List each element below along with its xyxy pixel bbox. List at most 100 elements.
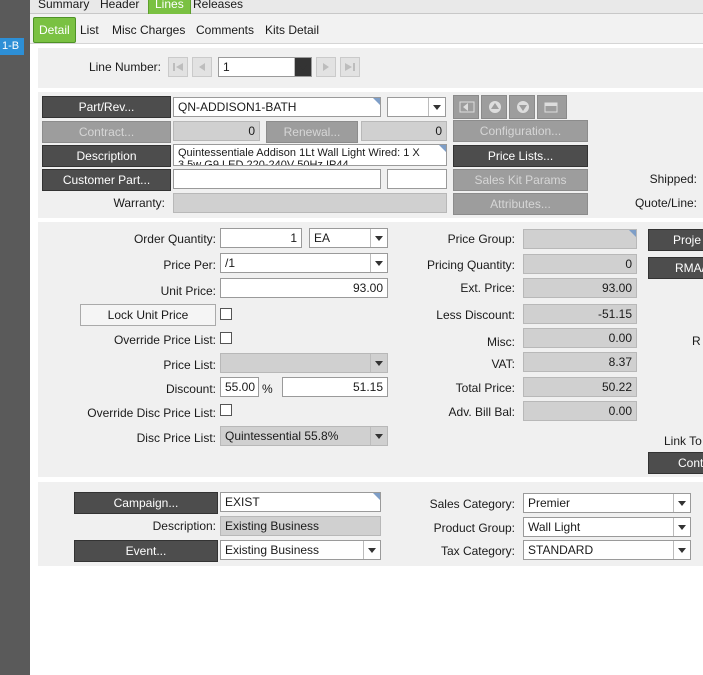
price-group-label: Price Group:: [447, 232, 515, 246]
subtab-misc-charges[interactable]: Misc Charges: [112, 21, 185, 39]
uom-select[interactable]: EA: [309, 228, 388, 248]
chevron-down-icon[interactable]: [673, 518, 690, 536]
misc-value: 0.00: [523, 328, 637, 348]
record-tab-tag[interactable]: 1-B: [0, 38, 24, 55]
adv-bill-bal-label: Adv. Bill Bal:: [448, 405, 515, 419]
discount-label: Discount:: [165, 382, 216, 396]
unit-price-label: Unit Price:: [160, 284, 216, 298]
part-number-input[interactable]: QN-ADDISON1-BATH: [173, 97, 381, 117]
chevron-down-icon[interactable]: [370, 229, 387, 247]
tax-category-value: STANDARD: [528, 543, 594, 557]
part-toolbar-button-2[interactable]: [481, 95, 507, 119]
description-button[interactable]: Description: [42, 145, 171, 167]
configuration-button[interactable]: Configuration...: [453, 120, 588, 142]
chevron-down-icon[interactable]: [370, 427, 387, 445]
unit-price-input[interactable]: 93.00: [220, 278, 388, 298]
product-group-select[interactable]: Wall Light: [523, 517, 691, 537]
discount-amount-input[interactable]: 51.15: [282, 377, 388, 397]
pricing-quantity-label: Pricing Quantity:: [426, 258, 515, 272]
description-value: Quintessentiale Addison 1Lt Wall Light W…: [178, 147, 420, 166]
previous-record-button[interactable]: [192, 57, 212, 77]
chevron-down-icon[interactable]: [294, 58, 311, 76]
last-record-button[interactable]: [340, 57, 360, 77]
line-number-value: 1: [223, 60, 230, 74]
lock-unit-price-checkbox[interactable]: [220, 308, 232, 320]
price-lists-button[interactable]: Price Lists...: [453, 145, 588, 167]
price-per-value: /1: [225, 256, 236, 270]
chevron-down-icon[interactable]: [428, 98, 445, 116]
subtab-detail[interactable]: Detail: [33, 17, 76, 43]
subtab-kits-detail[interactable]: Kits Detail: [265, 21, 319, 39]
line-number-select[interactable]: 1: [218, 57, 312, 77]
renewal-button[interactable]: Renewal...: [266, 121, 358, 143]
first-icon: [173, 63, 183, 71]
campaign-value: EXIST: [225, 495, 260, 509]
tab-releases[interactable]: Releases: [187, 0, 249, 14]
customer-part-rev-input[interactable]: [387, 169, 447, 189]
percent-sign: %: [262, 382, 273, 396]
campaign-button[interactable]: Campaign...: [74, 492, 218, 514]
rma-button[interactable]: RMA/: [648, 257, 703, 279]
sub-tab-bar: Detail List Misc Charges Comments Kits D…: [30, 14, 703, 44]
project-button[interactable]: Proje: [648, 229, 703, 251]
attributes-button[interactable]: Attributes...: [453, 193, 588, 215]
cut-off-label: R: [692, 334, 701, 348]
revision-select[interactable]: [387, 97, 446, 117]
tab-summary[interactable]: Summary: [32, 0, 95, 14]
part-toolbar-button-1[interactable]: [453, 95, 479, 119]
chevron-down-icon[interactable]: [673, 494, 690, 512]
override-disc-price-list-label: Override Disc Price List:: [87, 406, 216, 420]
chevron-down-icon[interactable]: [363, 541, 380, 559]
sales-kit-params-button[interactable]: Sales Kit Params: [453, 169, 588, 191]
left-sidebar: [0, 0, 30, 675]
customer-part-button[interactable]: Customer Part...: [42, 169, 171, 191]
sales-category-select[interactable]: Premier: [523, 493, 691, 513]
tab-lines[interactable]: Lines: [148, 0, 191, 15]
chevron-down-icon[interactable]: [370, 354, 387, 372]
chevron-down-icon[interactable]: [370, 254, 387, 272]
tab-header[interactable]: Header: [94, 0, 145, 14]
contact-button[interactable]: Conti: [648, 452, 703, 474]
override-price-list-label: Override Price List:: [113, 333, 216, 347]
part-rev-button[interactable]: Part/Rev...: [42, 96, 171, 118]
order-quantity-input[interactable]: 1: [220, 228, 302, 248]
disc-price-list-select[interactable]: Quintessential 55.8%: [220, 426, 388, 446]
misc-label: Misc:: [487, 335, 515, 349]
override-disc-price-list-checkbox[interactable]: [220, 404, 232, 416]
price-list-select[interactable]: [220, 353, 388, 373]
line-number-label: Line Number:: [88, 60, 161, 74]
next-record-button[interactable]: [316, 57, 336, 77]
vat-label: VAT:: [491, 357, 515, 371]
discount-percent-input[interactable]: 55.00: [220, 377, 259, 397]
override-price-list-checkbox[interactable]: [220, 332, 232, 344]
customer-part-input[interactable]: [173, 169, 381, 189]
part-number-value: QN-ADDISON1-BATH: [178, 100, 297, 114]
contract-button[interactable]: Contract...: [42, 121, 171, 143]
last-icon: [345, 63, 355, 71]
price-per-select[interactable]: /1: [220, 253, 388, 273]
arrow-down-icon: [517, 101, 529, 113]
warranty-label: Warranty:: [113, 196, 165, 210]
part-toolbar-button-4[interactable]: [537, 95, 567, 119]
campaign-input[interactable]: EXIST: [220, 492, 381, 512]
price-per-label: Price Per:: [163, 258, 216, 272]
next-icon: [323, 63, 329, 71]
product-group-value: Wall Light: [528, 520, 581, 534]
event-button[interactable]: Event...: [74, 540, 218, 562]
less-discount-label: Less Discount:: [436, 308, 515, 322]
tax-category-label: Tax Category:: [440, 544, 515, 558]
total-price-label: Total Price:: [455, 381, 515, 395]
first-record-button[interactable]: [168, 57, 188, 77]
part-toolbar-button-3[interactable]: [509, 95, 535, 119]
quote-line-label: Quote/Line:: [634, 196, 697, 210]
lock-unit-price-button[interactable]: Lock Unit Price: [80, 304, 216, 326]
tax-category-select[interactable]: STANDARD: [523, 540, 691, 560]
pricing-quantity-value: 0: [523, 254, 637, 274]
chevron-down-icon[interactable]: [673, 541, 690, 559]
vat-value: 8.37: [523, 352, 637, 372]
shipped-label: Shipped:: [649, 172, 697, 186]
subtab-list[interactable]: List: [80, 21, 99, 39]
subtab-comments[interactable]: Comments: [196, 21, 254, 39]
description-input[interactable]: Quintessentiale Addison 1Lt Wall Light W…: [173, 144, 447, 166]
event-select[interactable]: Existing Business: [220, 540, 381, 560]
